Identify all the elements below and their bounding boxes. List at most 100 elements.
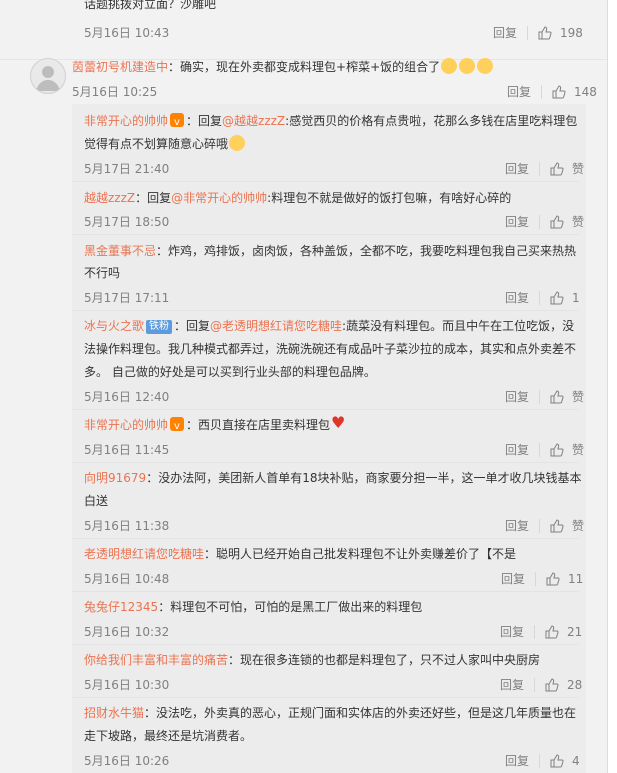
like-count: 198 [560,25,583,40]
comment-username[interactable]: 你给我们丰富和丰富的痛苦 [84,653,228,667]
comment-text: 觉得有点不划算随意心碎哦 [84,137,229,151]
comment-text: :料理包不就是做好的饭打包嘛，有啥好心碎的 [267,191,512,205]
like-label: 赞 [572,215,585,229]
thumbs-up-icon[interactable] [546,571,560,586]
comment-text: ：料理包不可怕，可怕的是黑工厂做出来的料理包 [158,600,423,614]
thumbs-up-icon[interactable] [550,518,564,533]
comment-actions: 回复 赞 [505,213,584,230]
vip-badge-icon [170,416,185,438]
like-label: 赞 [572,162,585,176]
thumbs-up-icon[interactable] [552,84,566,99]
thumbs-up-icon[interactable] [550,290,564,305]
comment-time: 5月16日 10:48 [84,572,170,586]
comment-panel: 话题挑拨对立面？沙雕吧 5月16日 10:43 回复 198 茵蕾初号机建造中：… [0,0,608,773]
comment-actions: 回复 赞 [505,160,584,177]
reply-button[interactable]: 回复 [505,517,529,534]
reply-prefix: ：回复 [186,114,223,128]
like-label: 赞 [572,519,585,533]
comment-time: 5月16日 10:43 [84,26,170,40]
comment-actions: 回复 赞 [505,441,584,458]
reply-button[interactable]: 回复 [505,388,529,405]
reply-item: 向明91679：没办法阿，美团新人首单有18块补贴，商家要分担一半，这一单才收几… [84,467,581,489]
comment-text: ：西贝直接在店里卖料理包 [186,418,331,432]
reply-item: 老透明想红请您吃糖哇：聪明人已经开始自己批发料理包不让外卖赚差价了【不是 [84,543,516,565]
comment-time: 5月16日 10:30 [84,678,170,692]
like-count: 4 [572,753,580,768]
like-count: 21 [567,624,583,639]
mention-link[interactable]: @越越zzzZ [222,114,285,128]
reply-button[interactable]: 回复 [507,83,531,100]
like-count: 148 [574,84,597,99]
like-label: 赞 [572,443,585,457]
thumbs-up-icon[interactable] [550,442,564,457]
comment-text-cont: 多。 自己做的好处是可以买到行业头部的料理包品牌。 [84,365,376,379]
comment-username[interactable]: 非常开心的帅帅 [84,418,168,432]
reply-button[interactable]: 回复 [505,289,529,306]
comment-username[interactable]: 冰与火之歌 [84,319,144,333]
like-count: 1 [572,290,580,305]
comment-text-cont: 白送 [84,494,109,508]
mention-link[interactable]: @非常开心的帅帅 [171,191,267,205]
reply-button[interactable]: 回复 [500,623,524,640]
reply-item: 黑金董事不忌：炸鸡，鸡排饭，卤肉饭，各种盖饭，全都不吃，我要吃料理包我自己买来热… [84,240,576,262]
comment-actions: 回复 21 [500,623,582,640]
comment-username[interactable]: 非常开心的帅帅 [84,114,168,128]
comment-text: ：没办法阿，美团新人首单有18块补贴，商家要分担一半，这一单才收几块钱基本 [146,471,582,485]
reply-item: 你给我们丰富和丰富的痛苦：现在很多连锁的也都是料理包了，只不过人家叫中央厨房 [84,649,540,671]
comment-text: ：没法吃，外卖真的恶心，正规门面和实体店的外卖还好些，但是这几年质量也在 [144,706,577,720]
comment-actions: 回复 28 [500,676,582,693]
like-count: 11 [568,571,584,586]
reply-prefix: ：回复 [174,319,211,333]
comment-item-top: 话题挑拨对立面？沙雕吧 5月16日 10:43 回复 198 [0,0,607,60]
comment-text: ：确实，现在外卖都变成料理包+榨菜+饭的组合了 [168,60,441,74]
comment-actions: 回复 赞 [505,517,584,534]
laugh-emoji-icon [477,58,494,74]
comment-username[interactable]: 向明91679 [84,471,146,485]
thumbs-up-icon[interactable] [550,161,564,176]
reply-item: 非常开心的帅帅 ：西贝直接在店里卖料理包 [84,412,348,438]
thumbs-up-icon[interactable] [538,25,552,40]
comment-text: 话题挑拨对立面？沙雕吧 [84,0,217,11]
comment-actions: 回复 4 [505,752,580,769]
like-count: 28 [567,677,583,692]
comment-time: 5月16日 12:40 [84,390,170,404]
thumbs-up-icon[interactable] [550,389,564,404]
comment-actions: 回复 赞 [505,388,584,405]
reply-button[interactable]: 回复 [501,570,525,587]
thumbs-up-icon[interactable] [550,214,564,229]
reply-button[interactable]: 回复 [505,752,529,769]
reply-button[interactable]: 回复 [505,441,529,458]
comment-username[interactable]: 黑金董事不忌 [84,244,156,258]
comment-time: 5月17日 17:11 [84,291,170,305]
like-label: 赞 [572,390,585,404]
comment-text: :蔬菜没有料理包。而且中午在工位吃饭，没 [342,319,575,333]
thumbs-up-icon[interactable] [545,624,559,639]
comment-actions: 回复 148 [507,83,597,100]
comment-text: ：炸鸡，鸡排饭，卤肉饭，各种盖饭，全都不吃，我要吃料理包我自己买来热热 [156,244,577,258]
thumbs-up-icon[interactable] [545,677,559,692]
comment-actions: 回复 1 [505,289,580,306]
comment-username[interactable]: 茵蕾初号机建造中 [72,60,168,74]
comment-time: 5月16日 11:38 [84,519,170,533]
mention-link[interactable]: @老透明想红请您吃糖哇 [210,319,342,333]
comment-username[interactable]: 老透明想红请您吃糖哇 [84,547,204,561]
comment-text: :感觉西贝的价格有点贵啦，花那么多钱在店里吃料理包 [285,114,578,128]
reply-button[interactable]: 回复 [505,160,529,177]
comment-username[interactable]: 招财水牛猫 [84,706,144,720]
avatar-icon[interactable] [30,58,66,94]
comment-time: 5月17日 18:50 [84,215,170,229]
reply-item: 招财水牛猫：没法吃，外卖真的恶心，正规门面和实体店的外卖还好些，但是这几年质量也… [84,702,576,724]
vip-badge-icon [170,112,185,134]
comment-text: ：聪明人已经开始自己批发料理包不让外卖赚差价了【不是 [204,547,517,561]
reply-button[interactable]: 回复 [493,24,517,41]
comment-actions: 回复 11 [501,570,583,587]
reply-button[interactable]: 回复 [500,676,524,693]
comment-username[interactable]: 越越zzzZ [84,191,135,205]
reply-button[interactable]: 回复 [505,213,529,230]
comment-username[interactable]: 兔兔仔12345 [84,600,158,614]
comment-actions: 回复 198 [493,24,583,41]
comment-text-cont: 觉得有点不划算随意心碎哦 [84,133,246,155]
reply-item: 冰与火之歌 铁粉 ：回复@老透明想红请您吃糖哇:蔬菜没有料理包。而且中午在工位吃饭，… [84,315,574,337]
comment-time: 5月16日 11:45 [84,443,170,457]
thumbs-up-icon[interactable] [550,753,564,768]
